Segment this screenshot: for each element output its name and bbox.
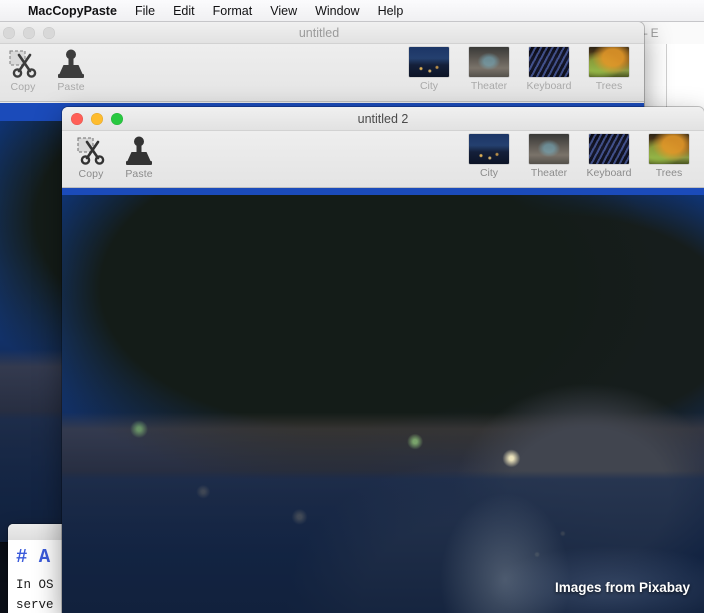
copy-button-untitled[interactable]: Copy (2, 46, 44, 93)
thumbnail-label-keyboard-untitled: Keyboard (526, 80, 572, 92)
city-thumbnail-icon (409, 47, 449, 77)
minimize-button[interactable] (91, 112, 103, 125)
copy-button-untitled-2[interactable]: Copy (70, 133, 112, 180)
thumbnail-label-trees-untitled: Trees (595, 80, 623, 92)
paste-label-untitled: Paste (57, 81, 85, 93)
theater-thumbnail-icon (529, 134, 569, 164)
trees-thumbnail-icon (649, 134, 689, 164)
menu-item-format[interactable]: Format (204, 4, 262, 18)
traffic-lights-untitled-2[interactable] (62, 112, 123, 125)
trees-thumbnail-icon (589, 47, 629, 77)
thumbnail-button-theater[interactable]: Theater (522, 134, 576, 179)
thumbnail-button-trees[interactable]: Trees (642, 134, 696, 179)
copy-label-untitled-2: Copy (78, 168, 104, 180)
image-view-untitled-2[interactable]: Images from Pixabay (62, 188, 704, 613)
thumbnail-label-keyboard: Keyboard (586, 167, 632, 179)
thumbnail-label-trees: Trees (655, 167, 683, 179)
menu-item-window[interactable]: Window (306, 4, 368, 18)
paste-label-untitled-2: Paste (125, 168, 153, 180)
thumbnail-button-keyboard[interactable]: Keyboard (582, 134, 636, 179)
menu-item-view[interactable]: View (261, 4, 306, 18)
close-button[interactable] (3, 26, 15, 39)
toolbar-untitled-2[interactable]: Copy Paste City Theater Keyboard Trees (62, 131, 704, 188)
keyboard-thumbnail-icon (529, 47, 569, 77)
stamp-icon (50, 46, 92, 80)
minimize-button[interactable] (23, 26, 35, 39)
window-title-untitled-2: untitled 2 (357, 111, 409, 126)
thumbnail-button-city-untitled[interactable]: City (402, 47, 456, 92)
toolbar-untitled[interactable]: Copy Paste City Theater Keyboard Trees (0, 44, 644, 102)
traffic-lights-untitled[interactable] (0, 26, 55, 39)
copy-label-untitled: Copy (10, 81, 36, 93)
menu-item-file[interactable]: File (126, 4, 164, 18)
thumbnail-button-trees-untitled[interactable]: Trees (582, 47, 636, 92)
theater-thumbnail-icon (469, 47, 509, 77)
scissors-icon (2, 46, 44, 80)
titlebar-untitled-2[interactable]: untitled 2 (62, 107, 704, 131)
menu-item-edit[interactable]: Edit (164, 4, 204, 18)
window-untitled-2[interactable]: untitled 2 Copy Paste City Theater Keybo… (62, 107, 704, 613)
thumbnail-label-city-untitled: City (419, 80, 439, 92)
menu-item-app[interactable]: MacCopyPaste (28, 4, 126, 18)
menu-bar[interactable]: MacCopyPaste File Edit Format View Windo… (0, 0, 704, 22)
city-thumbnail-icon (469, 134, 509, 164)
zoom-button[interactable] (111, 112, 123, 125)
thumbnail-label-theater: Theater (530, 167, 568, 179)
thumbnail-label-city: City (479, 167, 499, 179)
titlebar-untitled[interactable]: untitled (0, 22, 644, 44)
thumbnail-button-theater-untitled[interactable]: Theater (462, 47, 516, 92)
thumbnail-label-theater-untitled: Theater (470, 80, 508, 92)
window-title-untitled: untitled (298, 25, 340, 40)
photo-manarola: Images from Pixabay (62, 195, 704, 613)
thumbnail-button-keyboard-untitled[interactable]: Keyboard (522, 47, 576, 92)
thumbnail-button-city[interactable]: City (462, 134, 516, 179)
stamp-icon (118, 133, 160, 167)
photo-credit-caption: Images from Pixabay (554, 580, 690, 595)
scissors-icon (70, 133, 112, 167)
paste-button-untitled-2[interactable]: Paste (118, 133, 160, 180)
keyboard-thumbnail-icon (589, 134, 629, 164)
zoom-button[interactable] (43, 26, 55, 39)
close-button[interactable] (71, 112, 83, 125)
screen: x.md — E untitled (0, 0, 704, 613)
paste-button-untitled[interactable]: Paste (50, 46, 92, 93)
menu-item-help[interactable]: Help (369, 4, 413, 18)
